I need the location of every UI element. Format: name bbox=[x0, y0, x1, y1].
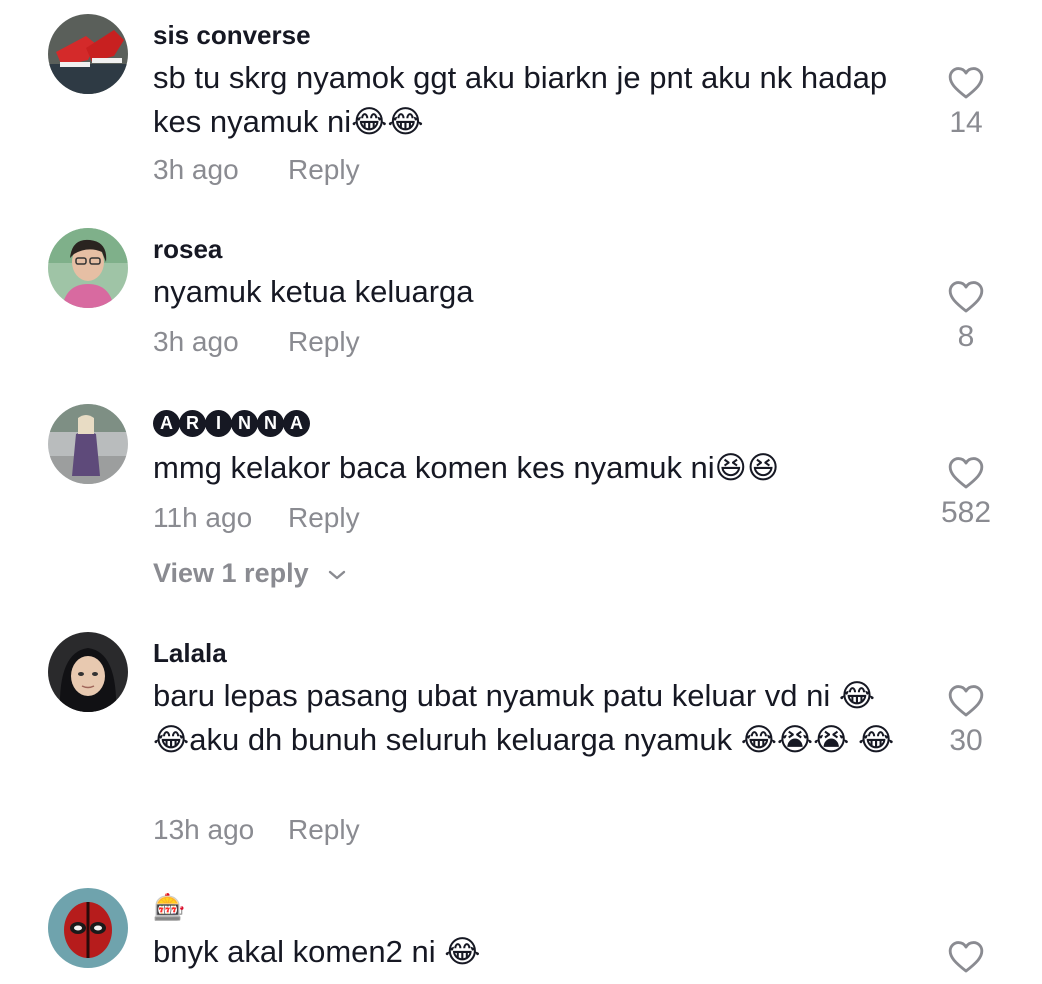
heart-outline-icon bbox=[948, 941, 984, 973]
username[interactable]: sis converse bbox=[153, 20, 311, 51]
comment-text: mmg kelakor baca komen kes nyamuk ni😆😆 bbox=[153, 450, 780, 485]
username-letter: A bbox=[283, 410, 310, 437]
heart-outline-icon bbox=[948, 685, 984, 717]
red-sneakers-avatar bbox=[48, 14, 128, 94]
heart-outline-icon bbox=[948, 281, 984, 313]
avatar[interactable] bbox=[48, 228, 128, 308]
comment-meta: 3h ago Reply bbox=[153, 154, 360, 186]
like-count: 8 bbox=[957, 320, 975, 353]
comment-meta: 3h ago Reply bbox=[153, 326, 360, 358]
reply-button[interactable]: Reply bbox=[288, 326, 360, 358]
timestamp: 13h ago bbox=[153, 814, 255, 845]
chevron-down-icon bbox=[328, 570, 346, 580]
like-count: 14 bbox=[949, 106, 983, 139]
avatar[interactable] bbox=[48, 404, 128, 484]
comment-meta: 11h ago Reply bbox=[153, 502, 360, 534]
like-count: 30 bbox=[949, 724, 983, 757]
like-count: 582 bbox=[940, 496, 992, 529]
username[interactable]: rosea bbox=[153, 234, 222, 265]
reply-button[interactable]: Reply bbox=[288, 502, 360, 534]
username[interactable]: 🎰 bbox=[153, 892, 185, 923]
comment-meta: 13h ago Reply bbox=[153, 814, 360, 846]
comment-text: nyamuk ketua keluarga bbox=[153, 274, 474, 309]
comment-text: baru lepas pasang ubat nyamuk patu kelua… bbox=[153, 678, 895, 757]
username-badge[interactable]: ARINNA bbox=[153, 410, 310, 437]
like-button[interactable]: 30 bbox=[930, 682, 1002, 758]
comment-text: sb tu skrg nyamok ggt aku biarkn je pnt … bbox=[153, 60, 888, 139]
comment-text: bnyk akal komen2 ni 😂 bbox=[153, 934, 481, 969]
like-button[interactable] bbox=[930, 938, 1002, 974]
username-letter: R bbox=[179, 410, 206, 437]
username-letter: A bbox=[153, 410, 180, 437]
username-letter: N bbox=[231, 410, 258, 437]
timestamp: 3h ago bbox=[153, 326, 239, 357]
like-button[interactable]: 8 bbox=[930, 278, 1002, 354]
like-button[interactable]: 14 bbox=[930, 64, 1002, 140]
woman-glasses-avatar bbox=[48, 228, 128, 308]
avatar[interactable] bbox=[48, 888, 128, 968]
heart-outline-icon bbox=[948, 67, 984, 99]
reply-button[interactable]: Reply bbox=[288, 154, 360, 186]
avatar[interactable] bbox=[48, 632, 128, 712]
username-letter: I bbox=[205, 410, 232, 437]
deadpool-avatar bbox=[48, 888, 128, 968]
username[interactable]: Lalala bbox=[153, 638, 227, 669]
reply-button[interactable]: Reply bbox=[288, 814, 360, 846]
girl-hijab-avatar bbox=[48, 632, 128, 712]
view-replies-button[interactable]: View 1 reply bbox=[153, 558, 346, 589]
heart-outline-icon bbox=[948, 457, 984, 489]
avatar[interactable] bbox=[48, 14, 128, 94]
timestamp: 3h ago bbox=[153, 154, 239, 185]
woman-hijab-street-avatar bbox=[48, 404, 128, 484]
view-replies-label: View 1 reply bbox=[153, 558, 309, 588]
username-letter: N bbox=[257, 410, 284, 437]
timestamp: 11h ago bbox=[153, 502, 253, 533]
like-button[interactable]: 582 bbox=[930, 454, 1002, 530]
